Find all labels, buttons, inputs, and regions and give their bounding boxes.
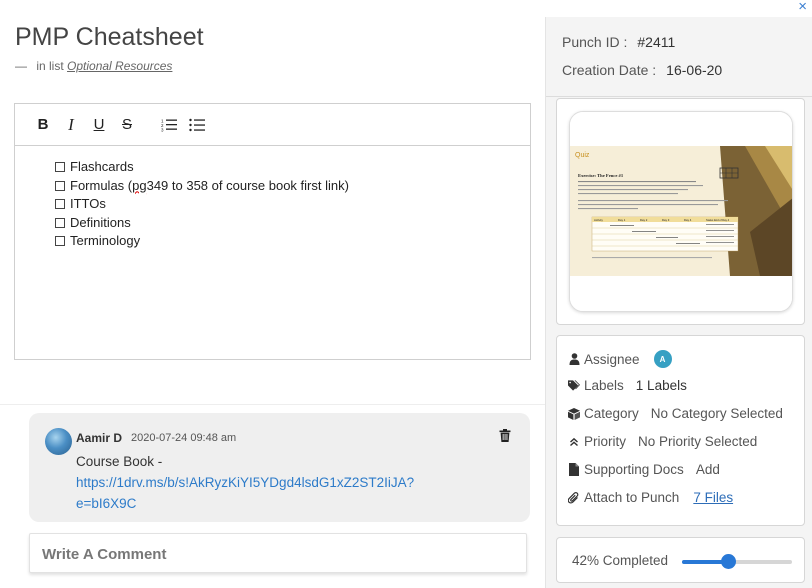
list-breadcrumb: — in list Optional Resources — [15, 59, 173, 73]
category-row[interactable]: Category No Category Selected — [568, 406, 783, 421]
tags-icon — [568, 380, 580, 392]
checkbox-icon[interactable] — [55, 236, 65, 247]
card-title[interactable]: PMP Cheatsheet — [15, 23, 204, 52]
progress-slider-thumb[interactable] — [721, 554, 737, 569]
svg-text:Day 1: Day 1 — [618, 218, 626, 222]
checklist-item: Flashcards — [55, 158, 530, 177]
paperclip-icon — [568, 491, 580, 504]
misspelled-word: pg — [132, 177, 147, 193]
comment-link[interactable]: https://1drv.ms/b/s!AkRyzKiYI5YDgd4lsdG1… — [76, 472, 421, 514]
svg-text:3: 3 — [161, 127, 164, 132]
card-main-pane: PMP Cheatsheet — in list Optional Resour… — [0, 17, 545, 588]
svg-text:Quiz: Quiz — [575, 152, 590, 159]
punch-id: Punch ID : #2411 — [562, 34, 676, 50]
checkbox-icon[interactable] — [55, 217, 65, 228]
ordered-list-button[interactable]: 1 2 3 — [155, 113, 183, 137]
svg-text:Status End of Day 4: Status End of Day 4 — [706, 218, 730, 222]
comment-author: Aamir D — [76, 431, 123, 445]
progress-slider[interactable] — [682, 554, 792, 569]
file-icon — [568, 463, 580, 476]
bold-button[interactable]: B — [29, 113, 57, 137]
svg-text:Day 4: Day 4 — [684, 218, 692, 222]
checklist-item: Terminology — [55, 232, 530, 251]
checkbox-icon[interactable] — [55, 162, 65, 173]
creation-date: Creation Date :16-06-20 — [562, 62, 723, 78]
write-comment-input[interactable]: Write A Comment — [29, 533, 527, 573]
description-editor[interactable]: B I U S 1 2 3 Flashcards Formulas (pg 3… — [14, 103, 531, 360]
checklist-item: ITTOs — [55, 195, 530, 214]
progress-label: 42% Completed — [572, 553, 669, 568]
list-link[interactable]: Optional Resources — [67, 59, 172, 73]
add-docs-link[interactable]: Add — [696, 462, 720, 477]
svg-text:Day 3: Day 3 — [662, 218, 670, 222]
meta-divider — [546, 96, 812, 97]
strikethrough-button[interactable]: S — [113, 113, 141, 137]
supporting-docs-row[interactable]: Supporting Docs Add — [568, 462, 720, 477]
priority-row[interactable]: Priority No Priority Selected — [568, 434, 757, 449]
quiz-slide-image: Quiz Exercise: The Fence #1 Activity Day… — [570, 112, 792, 311]
checklist-item: Definitions — [55, 214, 530, 233]
comment-date: 2020-07-24 09:48 am — [131, 432, 237, 444]
bullet-list-button[interactable] — [183, 113, 211, 137]
user-icon — [568, 353, 580, 365]
ordered-list-icon: 1 2 3 — [161, 118, 177, 132]
svg-text:Activity: Activity — [594, 218, 603, 222]
comment-card: Aamir D 2020-07-24 09:48 am Course Book … — [29, 413, 530, 522]
italic-button[interactable]: I — [57, 113, 85, 137]
attached-files-link[interactable]: 7 Files — [693, 490, 733, 505]
assignee-row[interactable]: Assignee A — [568, 350, 672, 368]
write-comment-placeholder: Write A Comment — [42, 546, 167, 563]
progress-card: 42% Completed — [556, 537, 805, 583]
in-list-label: in list — [36, 59, 64, 73]
double-chevron-up-icon — [568, 436, 580, 448]
editor-toolbar: B I U S 1 2 3 — [15, 104, 530, 146]
checkbox-icon[interactable] — [55, 199, 65, 210]
checklist-item: Formulas (pg 349 to 358 of course book f… — [55, 177, 530, 196]
card-details-sidebar: Punch ID : #2411 Creation Date :16-06-20 … — [545, 17, 812, 588]
editor-content[interactable]: Flashcards Formulas (pg 349 to 358 of co… — [15, 146, 530, 251]
trash-icon[interactable] — [499, 429, 511, 442]
avatar[interactable] — [45, 428, 72, 455]
svg-text:Exercise: The Fence #1: Exercise: The Fence #1 — [578, 173, 624, 178]
bullet-list-icon — [189, 118, 205, 131]
attachment-thumbnail[interactable]: Quiz Exercise: The Fence #1 Activity Day… — [569, 111, 793, 312]
checkbox-icon[interactable] — [55, 180, 65, 191]
comment-body: Course Book - https://1drv.ms/b/s!AkRyzK… — [76, 451, 421, 514]
assignee-avatar[interactable]: A — [653, 350, 672, 368]
underline-button[interactable]: U — [85, 113, 113, 137]
attach-row[interactable]: Attach to Punch 7 Files — [568, 490, 733, 505]
close-icon[interactable]: × — [798, 0, 807, 14]
labels-row[interactable]: Labels 1 Labels — [568, 378, 687, 393]
cube-icon — [568, 407, 580, 420]
section-divider — [0, 404, 545, 405]
properties-card: Assignee A Labels 1 Labels Category No C… — [556, 335, 805, 526]
svg-text:Day 2: Day 2 — [640, 218, 648, 222]
attachment-preview-card: Quiz Exercise: The Fence #1 Activity Day… — [556, 98, 805, 325]
